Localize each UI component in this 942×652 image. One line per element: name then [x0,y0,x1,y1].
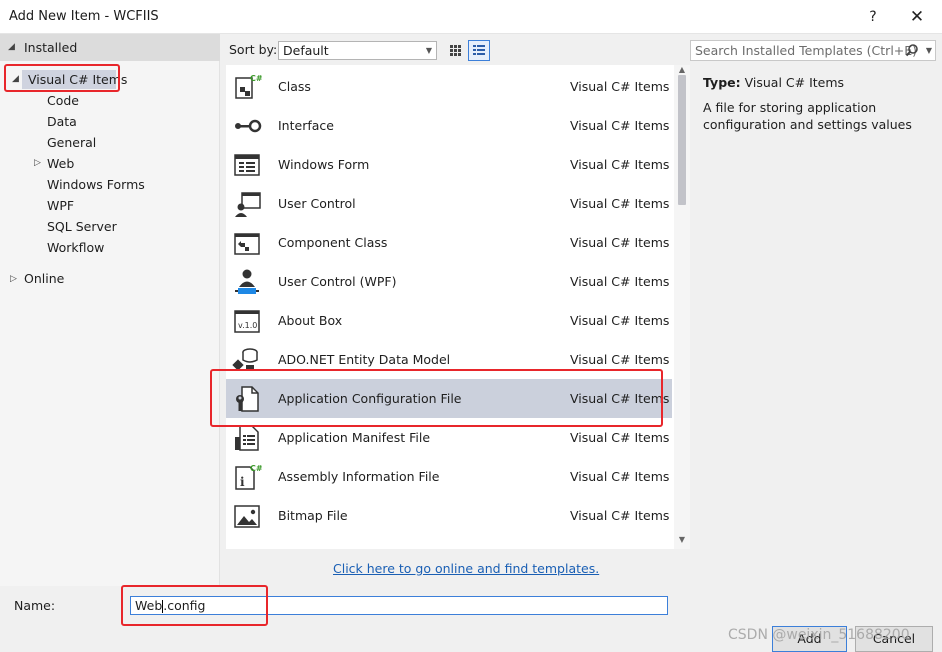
item-name: Interface [278,118,334,133]
tree-item-online[interactable]: Online [24,271,64,286]
list-view-button[interactable] [468,40,490,61]
item-name: Assembly Information File [278,469,440,484]
details-type-value: Visual C# Items [744,75,845,90]
list-item-bitmap-file[interactable]: Bitmap File Visual C# Items [226,496,672,535]
watermark: CSDN @weixin_51688200 [728,627,910,643]
annotation-box [210,369,663,427]
item-name: ADO.NET Entity Data Model [278,352,451,367]
item-category: Visual C# Items [570,118,670,133]
item-name: Class [278,79,311,94]
svg-text:C#: C# [250,74,262,83]
item-category: Visual C# Items [570,352,670,367]
svg-text:C#: C# [250,464,262,473]
chevron-down-icon: ▼ [425,46,432,55]
item-category: Visual C# Items [570,313,670,328]
item-name: User Control (WPF) [278,274,397,289]
item-category: Visual C# Items [570,157,670,172]
list-item-class[interactable]: C# Class Visual C# Items [226,67,672,106]
user-control-icon [235,192,261,217]
list-item-windows-form[interactable]: Windows Form Visual C# Items [226,145,672,184]
list-scrollbar[interactable]: ▲ ▼ [674,65,690,549]
details-type: Type: Visual C# Items [703,74,933,91]
list-item-assembly-information-file[interactable]: i C# Assembly Information File Visual C#… [226,457,672,496]
list-view-icon [473,45,485,55]
assembly-info-icon: i C# [235,464,262,490]
search-input[interactable]: Search Installed Templates (Ctrl+E) ▼ [690,40,936,61]
list-item-user-control-wpf[interactable]: User Control (WPF) Visual C# Items [226,262,672,301]
annotation-box [121,585,268,626]
expanded-arrow-icon[interactable]: ◢ [8,42,15,52]
online-templates-link[interactable]: Click here to go online and find templat… [333,561,599,576]
help-button[interactable]: ? [858,4,888,30]
item-category: Visual C# Items [570,79,670,94]
svg-text:i: i [240,475,245,489]
details-panel: Type: Visual C# Items A file for storing… [703,74,933,133]
collapsed-arrow-icon[interactable]: ▷ [34,158,41,168]
template-list: C# Class Visual C# Items Interface Visua… [226,65,690,549]
grid-view-icon [450,45,461,56]
tree-item-sql-server[interactable]: SQL Server [47,219,117,234]
window-title: Add New Item - WCFIIS [9,9,159,24]
tree-item-wpf[interactable]: WPF [47,198,74,213]
tree-item-web[interactable]: Web [47,156,74,171]
item-name: Windows Form [278,157,370,172]
item-category: Visual C# Items [570,469,670,484]
interface-icon [235,119,262,133]
tree-item-windows-forms[interactable]: Windows Forms [47,177,145,192]
item-name: About Box [278,313,343,328]
sort-label: Sort by: [229,42,278,57]
scroll-up-icon[interactable]: ▲ [674,65,690,74]
user-control-wpf-icon [235,269,259,294]
item-name: Component Class [278,235,388,250]
tree-item-data[interactable]: Data [47,114,77,129]
list-item-component-class[interactable]: Component Class Visual C# Items [226,223,672,262]
class-icon: C# [235,74,262,99]
search-icon[interactable] [905,43,919,57]
item-category: Visual C# Items [570,274,670,289]
template-tree: ◢ Installed ◢ Visual C# Items Code Data … [0,34,220,586]
chevron-down-icon[interactable]: ▼ [926,41,932,60]
search-placeholder: Search Installed Templates (Ctrl+E) [695,43,918,58]
name-label: Name: [14,598,56,613]
component-class-icon [234,233,260,255]
svg-text:v.1.0: v.1.0 [238,321,257,330]
collapsed-arrow-icon[interactable]: ▷ [10,274,17,284]
windows-form-icon [234,154,260,176]
sort-value: Default [283,43,329,58]
list-item-interface[interactable]: Interface Visual C# Items [226,106,672,145]
grid-view-button[interactable] [444,40,466,61]
title-bar: Add New Item - WCFIIS ? ✕ [0,0,942,34]
item-category: Visual C# Items [570,235,670,250]
details-type-label: Type: [703,75,741,90]
bitmap-file-icon [234,505,260,528]
list-item-user-control[interactable]: User Control Visual C# Items [226,184,672,223]
item-category: Visual C# Items [570,508,670,523]
item-category: Visual C# Items [570,196,670,211]
tree-item-code[interactable]: Code [47,93,79,108]
about-box-icon: v.1.0 [234,310,260,333]
tree-item-workflow[interactable]: Workflow [47,240,104,255]
tree-item-general[interactable]: General [47,135,96,150]
list-item-about-box[interactable]: v.1.0 About Box Visual C# Items [226,301,672,340]
sort-toolbar: Sort by: Default ▼ [220,34,690,65]
manifest-file-icon [235,425,259,451]
tree-item-installed[interactable]: Installed [24,40,77,55]
details-description: A file for storing application configura… [703,100,912,132]
scroll-thumb[interactable] [678,75,686,205]
close-button[interactable]: ✕ [902,4,932,30]
sort-dropdown[interactable]: Default ▼ [278,41,437,60]
scroll-down-icon[interactable]: ▼ [674,535,690,544]
item-name: User Control [278,196,356,211]
annotation-box [4,64,120,92]
item-category: Visual C# Items [570,430,670,445]
item-name: Application Manifest File [278,430,431,445]
item-name: Bitmap File [278,508,348,523]
